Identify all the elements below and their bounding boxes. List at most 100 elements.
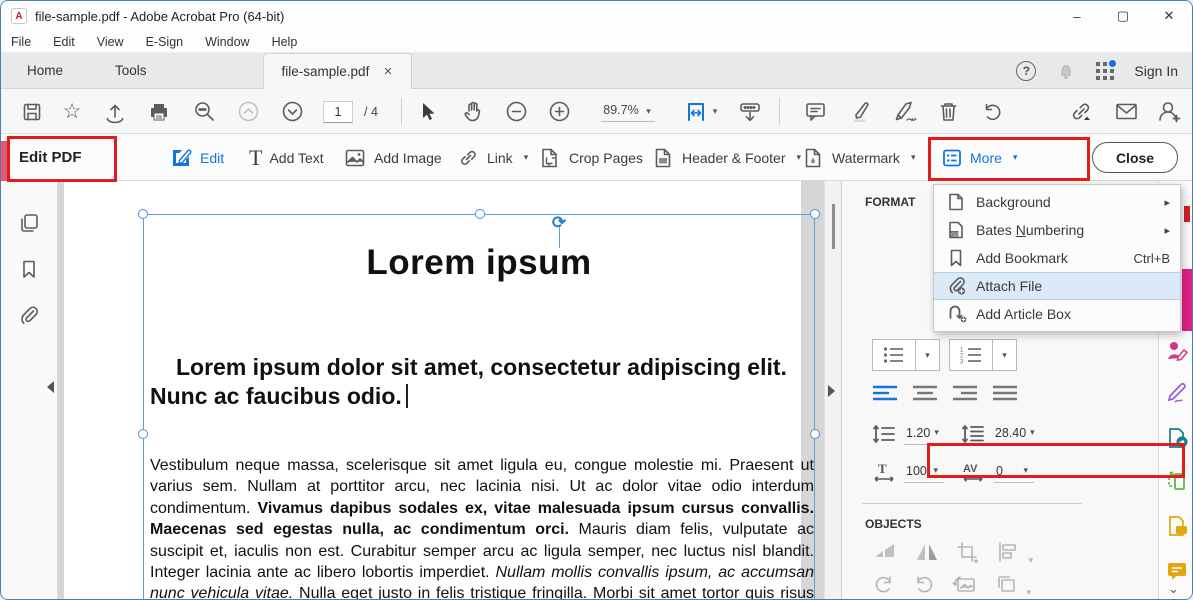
star-button[interactable]: ☆ xyxy=(59,89,85,134)
menu-esign[interactable]: E-Sign xyxy=(146,35,184,49)
collapse-left-pane-icon[interactable] xyxy=(47,381,54,393)
page-thumbnails-button[interactable] xyxy=(15,209,43,237)
resize-handle-mid-right[interactable] xyxy=(810,429,820,439)
resize-handle-mid-left[interactable] xyxy=(138,429,148,439)
resize-handle-top-center[interactable] xyxy=(475,209,485,219)
apps-grid-icon[interactable] xyxy=(1096,62,1114,80)
align-objects-dropdown[interactable]: ▾ xyxy=(996,541,1033,568)
fill-sign-tool-button[interactable] xyxy=(1165,339,1189,363)
more-dropdown-button[interactable]: More ▾ xyxy=(941,134,1017,181)
align-right-button[interactable] xyxy=(952,384,978,409)
crop-object-button[interactable] xyxy=(956,541,980,568)
header-footer-dropdown[interactable]: Header & Footer ▾ xyxy=(651,134,801,181)
notifications-bell-icon[interactable] xyxy=(1056,61,1076,81)
email-button[interactable] xyxy=(1109,89,1143,134)
replace-image-button[interactable] xyxy=(952,573,978,600)
menu-file[interactable]: File xyxy=(11,35,31,49)
annotations-tool-button[interactable] xyxy=(1165,559,1189,583)
export-pdf-tool-button[interactable] xyxy=(1165,426,1189,450)
link-dropdown-button[interactable]: Link ▾ xyxy=(456,134,528,181)
rotate-button[interactable] xyxy=(977,89,1009,134)
delete-button[interactable] xyxy=(933,89,963,134)
menu-item-add-bookmark[interactable]: Add Bookmark Ctrl+B xyxy=(934,244,1180,272)
maximize-button[interactable]: ▢ xyxy=(1100,1,1146,31)
sign-button[interactable] xyxy=(887,89,923,134)
share-with-people-button[interactable] xyxy=(1151,89,1187,134)
page-number-input[interactable] xyxy=(323,101,353,123)
chevron-down-icon[interactable]: ▾ xyxy=(992,340,1016,370)
menu-window[interactable]: Window xyxy=(205,35,249,49)
menu-edit[interactable]: Edit xyxy=(53,35,75,49)
hand-tool-button[interactable] xyxy=(457,89,489,134)
close-tab-icon[interactable]: ✕ xyxy=(383,65,392,78)
page-display-button[interactable] xyxy=(733,89,767,134)
left-navigation-pane xyxy=(1,181,58,600)
more-tools-chevron-icon[interactable]: ⌄ xyxy=(1168,581,1179,597)
expand-right-pane-icon[interactable] xyxy=(828,385,835,397)
fit-width-icon xyxy=(683,99,709,125)
resize-handle-top-right[interactable] xyxy=(810,209,820,219)
comment-tool-button[interactable] xyxy=(1165,514,1189,538)
close-window-button[interactable]: ✕ xyxy=(1146,1,1192,31)
add-image-button[interactable]: Add Image xyxy=(343,134,442,181)
align-left-button[interactable] xyxy=(872,384,898,409)
align-center-button[interactable] xyxy=(912,384,938,409)
close-tool-button[interactable]: Close xyxy=(1092,142,1178,173)
link-tools-button[interactable] xyxy=(1063,89,1099,134)
add-image-label: Add Image xyxy=(374,150,442,166)
bullet-list-control[interactable]: ▾ xyxy=(872,339,940,371)
select-tool-button[interactable] xyxy=(413,89,443,134)
horizontal-scale-select[interactable]: 100 ▾ xyxy=(904,462,944,483)
menu-help[interactable]: Help xyxy=(272,35,298,49)
rotate-handle-icon[interactable]: ⟳ xyxy=(550,214,568,232)
share-button[interactable] xyxy=(101,89,129,134)
chevron-down-icon: ▾ xyxy=(646,106,651,116)
zoom-level-dropdown[interactable]: 89.7% ▾ xyxy=(593,89,663,134)
tab-document[interactable]: file-sample.pdf ✕ xyxy=(263,53,412,89)
draw-tool-button[interactable] xyxy=(1165,381,1189,405)
flip-horizontal-button[interactable] xyxy=(872,541,898,568)
add-text-button[interactable]: T Add Text xyxy=(249,134,324,181)
search-button[interactable] xyxy=(189,89,219,134)
chevron-down-icon[interactable]: ▾ xyxy=(915,340,939,370)
tab-home[interactable]: Home xyxy=(1,53,89,88)
fit-width-dropdown[interactable]: ▾ xyxy=(679,89,721,134)
sign-in-button[interactable]: Sign In xyxy=(1134,63,1178,79)
organize-pages-tool-button[interactable] xyxy=(1165,469,1189,493)
character-spacing-select[interactable]: 0 ▾ xyxy=(994,462,1034,483)
scrollbar-thumb[interactable] xyxy=(832,204,835,249)
highlight-button[interactable] xyxy=(843,89,877,134)
help-icon[interactable]: ? xyxy=(1016,61,1036,81)
align-justify-button[interactable] xyxy=(992,384,1018,409)
bookmarks-button[interactable] xyxy=(15,255,43,283)
save-button[interactable] xyxy=(19,89,45,134)
menu-item-add-article-box[interactable]: Add Article Box xyxy=(934,300,1180,328)
resize-handle-top-left[interactable] xyxy=(138,209,148,219)
svg-text:T: T xyxy=(878,461,887,476)
numbered-list-control[interactable]: 1 2 3 ▾ xyxy=(949,339,1017,371)
print-button[interactable] xyxy=(145,89,173,134)
comment-button[interactable] xyxy=(799,89,831,134)
menu-item-attach-file[interactable]: Attach File xyxy=(934,272,1180,300)
menu-item-bates-numbering[interactable]: 012 Bates Numbering ▸ xyxy=(934,216,1180,244)
watermark-dropdown[interactable]: Watermark ▾ xyxy=(801,134,915,181)
edit-mode-button[interactable]: Edit xyxy=(169,134,224,181)
format-panel-title: FORMAT xyxy=(865,195,915,209)
menu-view[interactable]: View xyxy=(97,35,124,49)
arrange-dropdown[interactable]: ▾ xyxy=(994,573,1031,600)
zoom-out-button[interactable] xyxy=(501,89,531,134)
tab-tools[interactable]: Tools xyxy=(89,53,173,88)
paragraph-spacing-select[interactable]: 28.40 ▾ xyxy=(993,424,1041,445)
next-page-button[interactable] xyxy=(277,89,307,134)
rotate-cw-button[interactable] xyxy=(912,573,936,600)
rotate-ccw-button[interactable] xyxy=(872,573,896,600)
minimize-button[interactable]: – xyxy=(1054,1,1100,31)
attachments-button[interactable] xyxy=(15,301,43,329)
line-spacing-select[interactable]: 1.20 ▾ xyxy=(904,424,945,445)
menu-item-background[interactable]: Background ▸ xyxy=(934,188,1180,216)
flip-vertical-button[interactable] xyxy=(914,541,940,568)
text-selection-box[interactable]: ⟳ Lorem ipsum Lorem ipsum dolor sit amet… xyxy=(143,214,815,600)
zoom-in-button[interactable] xyxy=(544,89,574,134)
previous-page-button[interactable] xyxy=(233,89,263,134)
crop-pages-button[interactable]: Crop Pages xyxy=(538,134,643,181)
